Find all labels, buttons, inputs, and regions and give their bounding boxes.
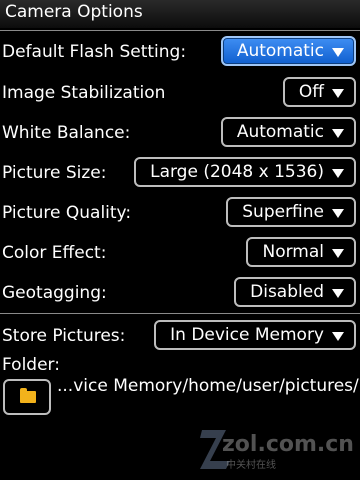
title-divider — [0, 30, 360, 31]
chevron-down-icon — [332, 128, 344, 138]
chevron-down-icon — [332, 208, 344, 218]
chevron-down-icon — [332, 331, 344, 341]
picture-size-value: Large (2048 x 1536) — [150, 162, 324, 182]
chevron-down-icon — [332, 88, 344, 98]
store-pictures-label: Store Pictures: — [2, 326, 126, 346]
folder-path: ...vice Memory/home/user/pictures/ — [57, 376, 359, 396]
setting-row-geotagging: Geotagging: Disabled — [0, 274, 360, 312]
stabilization-label: Image Stabilization — [2, 83, 166, 103]
store-pictures-dropdown[interactable]: In Device Memory — [154, 320, 356, 350]
folder-icon — [20, 388, 36, 403]
setting-row-white-balance: White Balance: Automatic — [0, 114, 360, 152]
folder-label: Folder: — [2, 355, 60, 375]
title-bar: Camera Options — [0, 0, 360, 28]
color-effect-value: Normal — [262, 242, 324, 262]
browse-folder-button[interactable] — [3, 379, 51, 415]
geotagging-label: Geotagging: — [2, 283, 107, 303]
picture-quality-label: Picture Quality: — [2, 203, 132, 223]
setting-row-flash: Default Flash Setting: Automatic — [0, 33, 360, 71]
stabilization-value: Off — [298, 82, 324, 102]
flash-label: Default Flash Setting: — [2, 42, 187, 62]
color-effect-dropdown[interactable]: Normal — [246, 237, 356, 267]
white-balance-dropdown[interactable]: Automatic — [220, 117, 356, 147]
white-balance-value: Automatic — [236, 122, 324, 142]
color-effect-label: Color Effect: — [2, 243, 107, 263]
section-divider — [0, 313, 360, 314]
flash-dropdown[interactable]: Automatic — [220, 36, 356, 66]
setting-row-picture-size: Picture Size: Large (2048 x 1536) — [0, 154, 360, 192]
picture-size-dropdown[interactable]: Large (2048 x 1536) — [134, 157, 356, 187]
setting-row-picture-quality: Picture Quality: Superfine — [0, 194, 360, 232]
setting-row-stabilization: Image Stabilization Off — [0, 74, 360, 112]
picture-quality-dropdown[interactable]: Superfine — [226, 197, 356, 227]
geotagging-value: Disabled — [250, 282, 324, 302]
setting-row-color-effect: Color Effect: Normal — [0, 234, 360, 272]
geotagging-dropdown[interactable]: Disabled — [234, 277, 356, 307]
picture-quality-value: Superfine — [242, 202, 324, 222]
picture-size-label: Picture Size: — [2, 163, 107, 183]
screen-title: Camera Options — [5, 2, 143, 22]
stabilization-dropdown[interactable]: Off — [282, 77, 356, 107]
setting-row-store-pictures: Store Pictures: In Device Memory — [0, 317, 360, 355]
chevron-down-icon — [332, 248, 344, 258]
chevron-down-icon — [332, 168, 344, 178]
chevron-down-icon — [332, 47, 344, 57]
chevron-down-icon — [332, 288, 344, 298]
store-pictures-value: In Device Memory — [170, 325, 324, 345]
watermark-text: zol.com.cn — [222, 432, 354, 457]
white-balance-label: White Balance: — [2, 123, 131, 143]
watermark-subtext: 中关村在线 — [226, 460, 276, 471]
flash-value: Automatic — [236, 41, 324, 61]
